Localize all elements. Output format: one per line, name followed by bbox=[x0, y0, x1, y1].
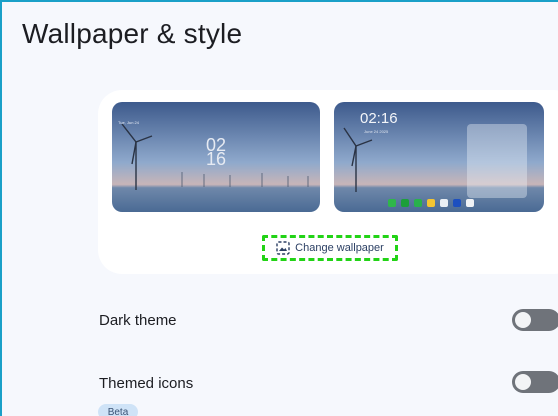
change-wallpaper-button[interactable]: Change wallpaper bbox=[262, 235, 398, 261]
lock-screen-preview[interactable]: Tue, Jun 24 02 16 bbox=[112, 102, 320, 212]
dark-theme-label: Dark theme bbox=[99, 312, 177, 329]
home-date: June 24 2025 bbox=[364, 129, 389, 134]
home-screen-preview[interactable]: 02:16 June 24 2025 bbox=[334, 102, 544, 212]
settings-screen: Wallpaper & style Tue, Jun 24 02 16 02:1… bbox=[0, 0, 558, 416]
page-title: Wallpaper & style bbox=[22, 18, 243, 49]
app-icon bbox=[453, 199, 461, 207]
lock-date: Tue, Jun 24 bbox=[118, 120, 139, 125]
change-wallpaper-label: Change wallpaper bbox=[295, 242, 384, 254]
wallpaper-icon bbox=[276, 241, 290, 255]
lock-clock: 02 16 bbox=[112, 136, 320, 169]
app-icon bbox=[401, 199, 409, 207]
app-icon bbox=[440, 199, 448, 207]
toggle-knob bbox=[515, 374, 531, 390]
themed-icons-label: Themed icons bbox=[99, 375, 194, 392]
app-icon bbox=[414, 199, 422, 207]
dark-theme-toggle[interactable] bbox=[512, 309, 558, 331]
app-icon bbox=[427, 199, 435, 207]
app-icon bbox=[466, 199, 474, 207]
app-dock bbox=[388, 199, 474, 209]
app-icon bbox=[388, 199, 396, 207]
lock-clock-minute: 16 bbox=[205, 149, 227, 169]
home-widget bbox=[467, 124, 527, 198]
wallpaper-preview-card: Tue, Jun 24 02 16 02:16 June 24 2025 Cha… bbox=[98, 90, 558, 274]
home-clock: 02:16 bbox=[360, 110, 398, 127]
toggle-knob bbox=[515, 312, 531, 328]
beta-badge: Beta bbox=[98, 404, 138, 416]
themed-icons-toggle[interactable] bbox=[512, 371, 558, 393]
